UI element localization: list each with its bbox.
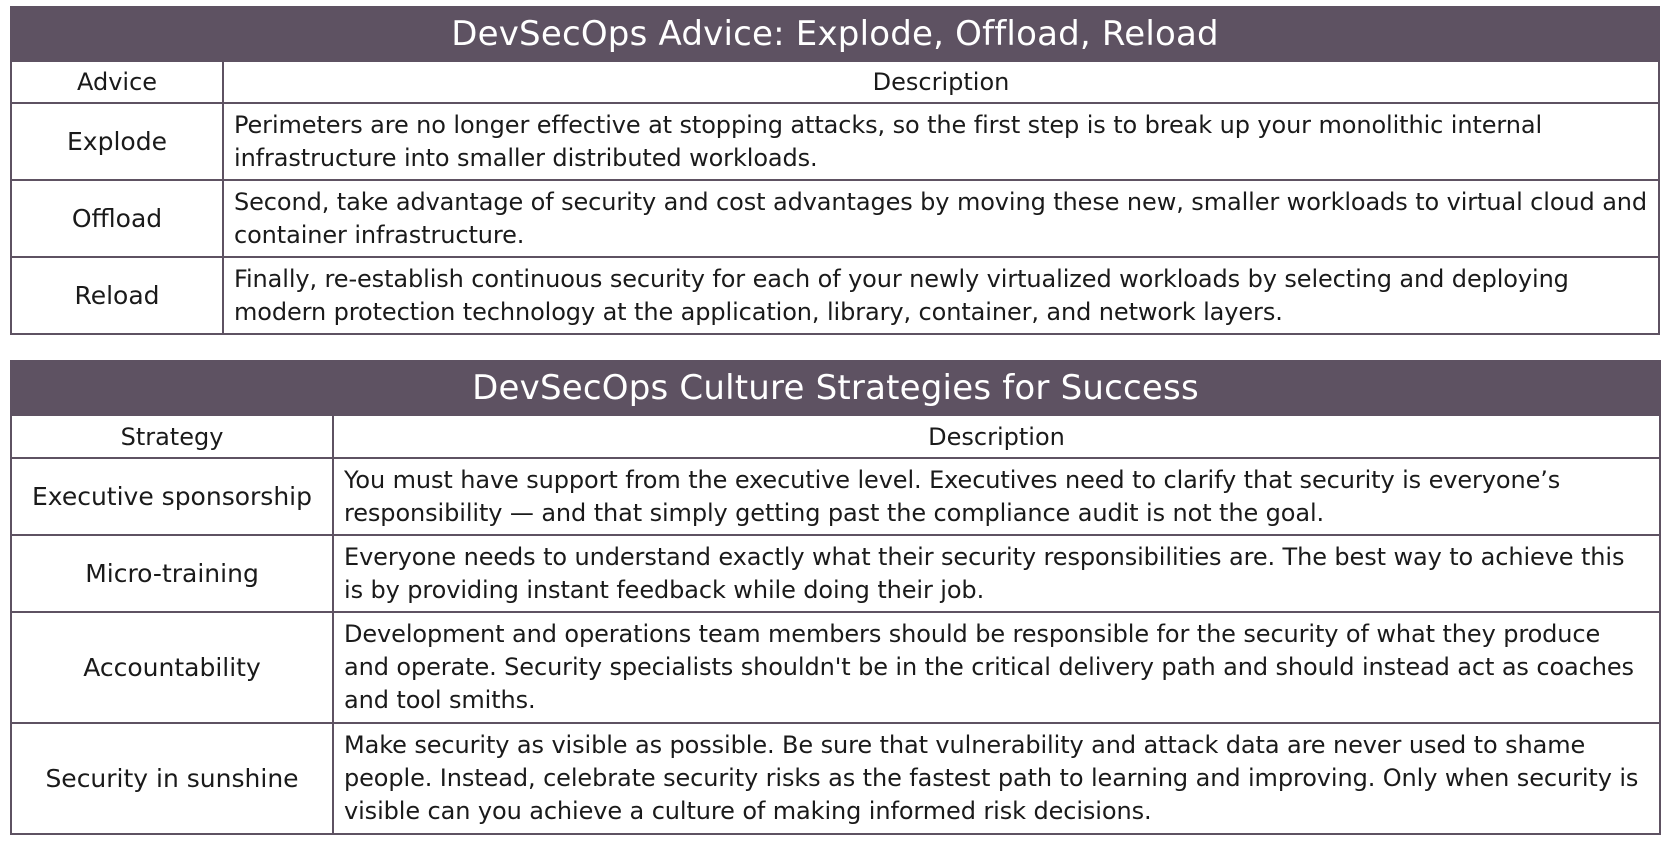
advice-description: Second, take advantage of security and c… (221, 179, 1661, 258)
strategy-description: Development and operations team members … (332, 611, 1661, 724)
table-row: Security in sunshine Make security as vi… (10, 722, 1661, 835)
advice-description: Finally, re-establish continuous securit… (221, 256, 1661, 335)
description-column-header: Description (221, 60, 1661, 104)
table-row: Accountability Development and operation… (10, 611, 1661, 724)
strategy-description: Everyone needs to understand exactly wha… (332, 534, 1661, 613)
advice-label: Offload (10, 179, 224, 258)
strategy-label: Security in sunshine (10, 722, 334, 835)
table-row: Reload Finally, re-establish continuous … (10, 256, 1661, 335)
advice-table: DevSecOps Advice: Explode, Offload, Relo… (9, 6, 1661, 335)
strategy-label: Accountability (10, 611, 334, 724)
advice-column-header: Advice (10, 60, 224, 104)
culture-table-title: DevSecOps Culture Strategies for Success (10, 360, 1661, 416)
table-row: Offload Second, take advantage of securi… (10, 179, 1661, 258)
culture-strategies-table: DevSecOps Culture Strategies for Success… (10, 360, 1661, 835)
strategy-label: Micro-training (10, 534, 334, 613)
advice-label: Reload (10, 256, 224, 335)
strategy-description: You must have support from the executive… (332, 457, 1661, 536)
strategy-label: Executive sponsorship (10, 457, 334, 536)
advice-label: Explode (10, 102, 224, 181)
table-row: Executive sponsorship You must have supp… (10, 457, 1661, 536)
strategy-column-header: Strategy (10, 414, 334, 459)
strategy-description: Make security as visible as possible. Be… (332, 722, 1661, 835)
table-row: Explode Perimeters are no longer effecti… (10, 102, 1661, 181)
advice-description: Perimeters are no longer effective at st… (221, 102, 1661, 181)
table-row: Micro-training Everyone needs to underst… (10, 534, 1661, 613)
description-column-header: Description (332, 414, 1661, 459)
advice-table-title: DevSecOps Advice: Explode, Offload, Relo… (9, 6, 1661, 62)
